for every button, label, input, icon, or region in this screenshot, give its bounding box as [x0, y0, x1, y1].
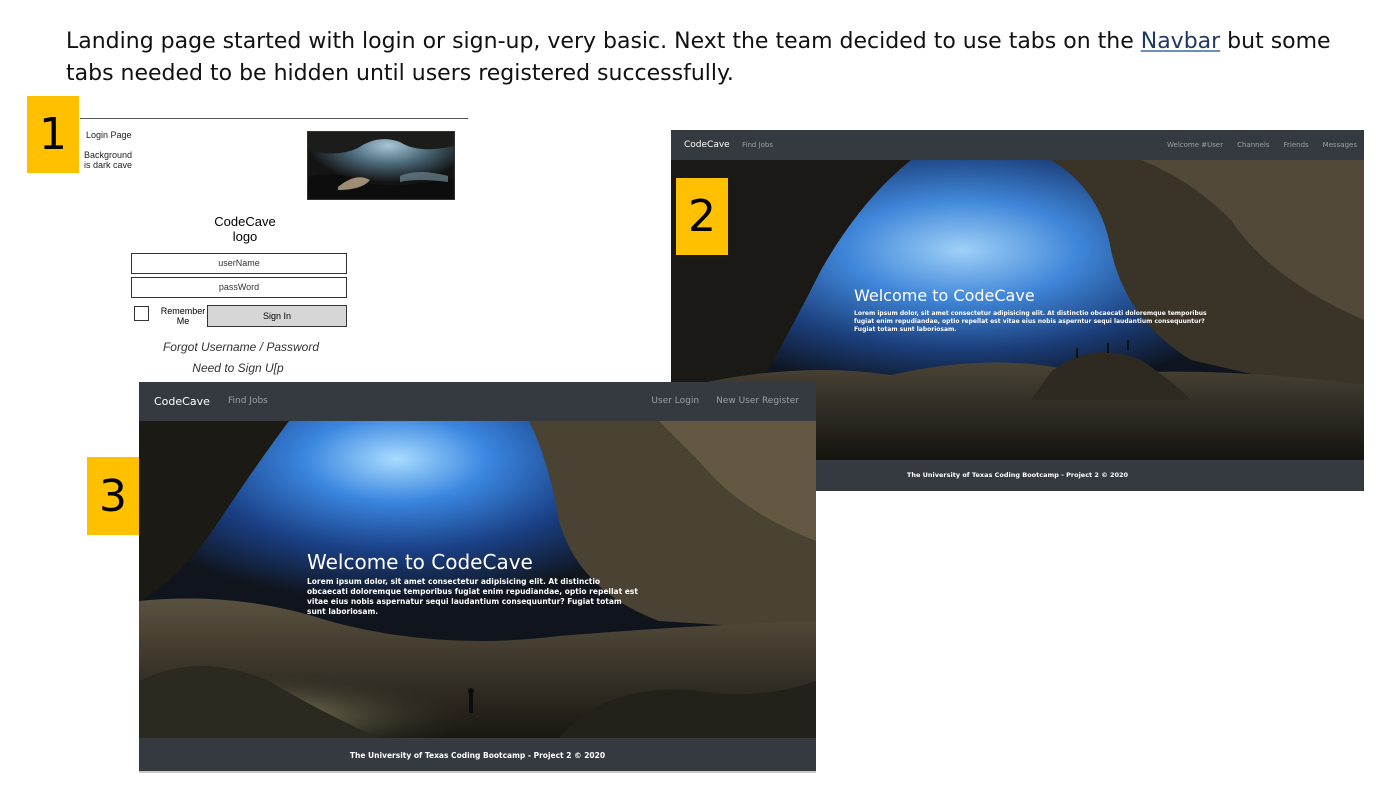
step-badge-3: 3 [87, 457, 139, 535]
nav-find-jobs[interactable]: Find Jobs [228, 396, 268, 406]
navbar-brand[interactable]: CodeCave [684, 140, 730, 150]
login-wireframe: Login Page Background is dark cave CodeC… [80, 118, 468, 408]
step-badge-1: 1 [27, 96, 79, 173]
background-note-line1: Background [84, 150, 133, 160]
codecave-logo-placeholder: CodeCave logo [200, 214, 290, 244]
username-field[interactable]: userName [131, 253, 347, 274]
intro-text: Landing page started with login or sign-… [66, 26, 1366, 90]
remember-line2: Me [176, 316, 190, 326]
sign-in-button[interactable]: Sign In [207, 305, 347, 327]
logo-line2: logo [232, 229, 258, 244]
hero-body-text: Lorem ipsum dolor, sit amet consectetur … [854, 310, 1207, 333]
nav-messages[interactable]: Messages [1323, 141, 1357, 149]
background-note-line2: is dark cave [84, 160, 133, 170]
navbar: CodeCave Find Jobs User Login New User R… [139, 382, 816, 421]
nav-find-jobs[interactable]: Find Jobs [742, 141, 773, 149]
intro-line1-start: Landing page started with login or sign-… [66, 29, 1141, 54]
sign-up-link[interactable]: Need to Sign U[p [118, 361, 358, 375]
nav-welcome-user[interactable]: Welcome #User [1167, 141, 1223, 149]
logo-line1: CodeCave [214, 214, 276, 229]
forgot-credentials-link[interactable]: Forgot Username / Password [121, 340, 361, 354]
navbar-right-links: User Login New User Register [651, 396, 799, 406]
cave-thumbnail-image [307, 131, 455, 200]
intro-line1-end: but some [1220, 29, 1331, 54]
nav-channels[interactable]: Channels [1237, 141, 1269, 149]
nav-friends[interactable]: Friends [1283, 141, 1308, 149]
hero-title: Welcome to CodeCave [854, 286, 1035, 305]
hero-section: Welcome to CodeCave Lorem ipsum dolor, s… [139, 421, 816, 738]
public-landing-page-screenshot: CodeCave Find Jobs User Login New User R… [139, 382, 816, 773]
wireframe-top-divider [80, 118, 468, 119]
navbar: CodeCave Find Jobs Welcome #User Channel… [671, 130, 1364, 160]
intro-line2: tabs needed to be hidden until users reg… [66, 61, 734, 86]
navbar-brand[interactable]: CodeCave [154, 395, 210, 408]
nav-new-user-register[interactable]: New User Register [716, 396, 799, 406]
wireframe-background-note: Background is dark cave [84, 150, 132, 170]
remember-me-label: Remember Me [160, 306, 206, 326]
remember-line1: Remember [160, 306, 206, 316]
screenshot-bottom-edge [139, 771, 816, 773]
wireframe-page-label: Login Page [86, 130, 132, 140]
navbar-right-links: Welcome #User Channels Friends Messages [1167, 141, 1357, 149]
page-footer: The University of Texas Coding Bootcamp … [139, 738, 816, 773]
intro-navbar-word: Navbar [1140, 29, 1221, 54]
remember-me-checkbox[interactable] [134, 306, 149, 321]
hero-body-text: Lorem ipsum dolor, sit amet consectetur … [307, 577, 638, 616]
step-badge-2: 2 [676, 178, 728, 255]
password-field[interactable]: passWord [131, 277, 347, 298]
hero-title: Welcome to CodeCave [307, 550, 533, 574]
nav-user-login[interactable]: User Login [651, 396, 699, 406]
